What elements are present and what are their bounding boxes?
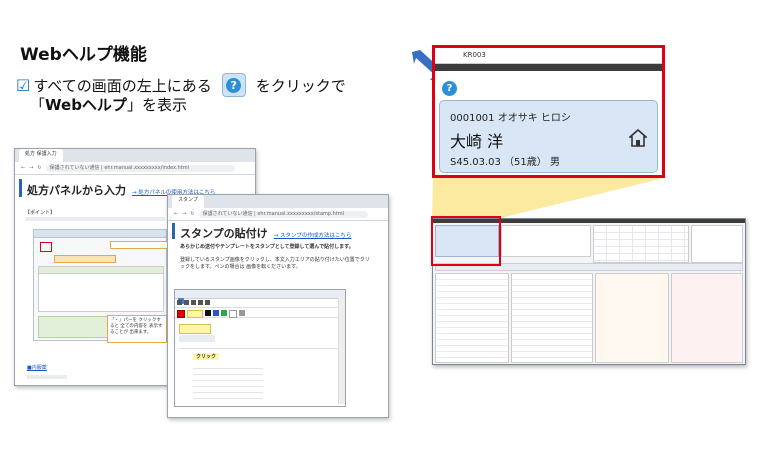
emr-info-panel (501, 225, 591, 257)
patient-name: 大崎 洋 (450, 132, 504, 151)
emr-chart-column (595, 273, 669, 363)
emr-calendar[interactable] (593, 225, 689, 263)
emr-middle-column (511, 273, 593, 363)
emr-highlight-box (431, 216, 501, 266)
home-icon (629, 129, 647, 147)
zoom-highlight: KR003 ? 0001001 オオサキ ヒロシ 大崎 洋 S45.03.03 … (432, 45, 665, 178)
funnel-shape (432, 178, 665, 218)
emr-buttons[interactable] (691, 225, 743, 263)
emr-right-column (671, 273, 743, 363)
window-header: KR003 (435, 48, 662, 64)
emr-left-column (435, 273, 509, 363)
patient-dob: S45.03.03 （51歳） 男 (450, 157, 560, 168)
menu-bar (435, 64, 662, 71)
patient-card[interactable]: 0001001 オオサキ ヒロシ 大崎 洋 S45.03.03 （51歳） 男 (439, 100, 658, 173)
question-circle-icon[interactable]: ? (442, 81, 457, 96)
patient-id-kana: 0001001 オオサキ ヒロシ (450, 113, 571, 124)
